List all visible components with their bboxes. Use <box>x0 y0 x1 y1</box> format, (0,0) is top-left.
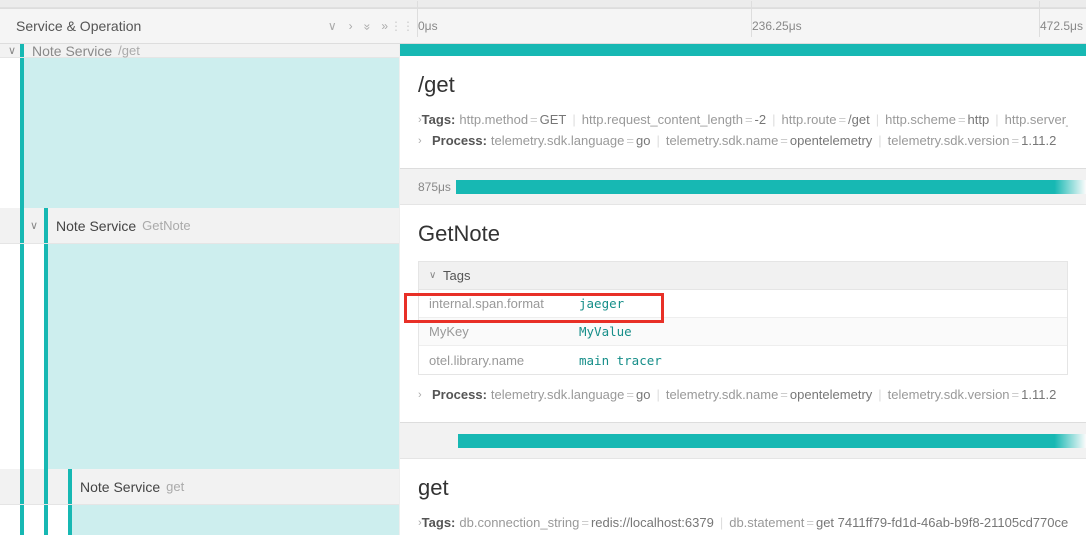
process-collapsed-line[interactable]: › Process: telemetry.sdk.language=go | t… <box>418 133 1068 148</box>
timeline-tick: 0μs <box>418 19 438 33</box>
service-label: Note Service <box>32 44 112 59</box>
span-duration-bar <box>458 434 1086 448</box>
tags-collapsed-line[interactable]: › Tags: http.method=GET | http.request_c… <box>418 112 1068 127</box>
operation-label: get <box>166 479 184 494</box>
tag-row[interactable]: MyKey MyValue <box>419 318 1067 346</box>
tags-collapsed-line[interactable]: › Tags: db.connection_string=redis://loc… <box>418 515 1068 530</box>
span-detail-panel: get › Tags: db.connection_string=redis:/… <box>400 459 1086 535</box>
span-title: /get <box>418 72 1068 98</box>
span-title: get <box>418 475 1068 501</box>
collapse-all-icon[interactable]: ∨ <box>324 17 341 35</box>
tree-controls: ∨ › » » <box>324 17 392 35</box>
duration-label: 875μs <box>418 180 451 194</box>
service-label: Note Service <box>56 218 136 234</box>
tag-row[interactable]: internal.span.format jaeger <box>419 290 1067 318</box>
timeline-tick: 236.25μs <box>752 19 802 33</box>
columns-header: Service & Operation ∨ › » » ⋮⋮ 0μs 236.2… <box>0 8 1086 44</box>
process-collapsed-line[interactable]: › Process: telemetry.sdk.language=go | t… <box>418 387 1068 402</box>
span-bar-row: 875μs <box>400 169 1086 205</box>
tags-expanded-section: ∨ Tags internal.span.format jaeger MyKey… <box>418 261 1068 375</box>
expand-one-icon[interactable]: › <box>345 17 357 35</box>
span-duration-bar <box>456 180 1086 194</box>
chevron-right-icon[interactable]: › <box>418 389 432 401</box>
tags-section-header[interactable]: ∨ Tags <box>418 261 1068 289</box>
span-bar-row <box>400 423 1086 459</box>
span-title: GetNote <box>418 221 1068 247</box>
span-row[interactable]: Note Service get <box>0 469 399 505</box>
span-tree: ∨ Note Service /get ∨ Note Service GetNo… <box>0 44 400 535</box>
span-detail-panel: /get › Tags: http.method=GET | http.requ… <box>400 44 1086 169</box>
tag-row[interactable]: otel.library.name main tracer <box>419 346 1067 374</box>
column-resize-grip[interactable]: ⋮⋮ <box>400 9 410 43</box>
tags-table: internal.span.format jaeger MyKey MyValu… <box>418 289 1068 375</box>
window-chrome-strip <box>0 0 1086 8</box>
services-column-title: Service & Operation <box>16 18 324 34</box>
service-label: Note Service <box>80 479 160 495</box>
span-row[interactable]: ∨ Note Service GetNote <box>0 208 399 244</box>
chevron-down-icon[interactable]: ∨ <box>429 270 443 281</box>
operation-label: /get <box>118 44 140 58</box>
chevron-right-icon[interactable]: › <box>418 135 432 147</box>
chevron-down-icon[interactable]: ∨ <box>26 219 42 232</box>
span-detail-panel: GetNote ∨ Tags internal.span.format jaeg… <box>400 205 1086 423</box>
timeline-header[interactable]: ⋮⋮ 0μs 236.25μs 472.5μs <box>400 9 1086 43</box>
collapse-children-icon[interactable]: » <box>358 20 376 33</box>
span-detail-column: /get › Tags: http.method=GET | http.requ… <box>400 44 1086 535</box>
operation-label: GetNote <box>142 218 190 233</box>
span-duration-bar <box>400 44 1086 56</box>
chevron-down-icon[interactable]: ∨ <box>4 44 20 57</box>
timeline-tick: 472.5μs <box>1040 19 1083 33</box>
